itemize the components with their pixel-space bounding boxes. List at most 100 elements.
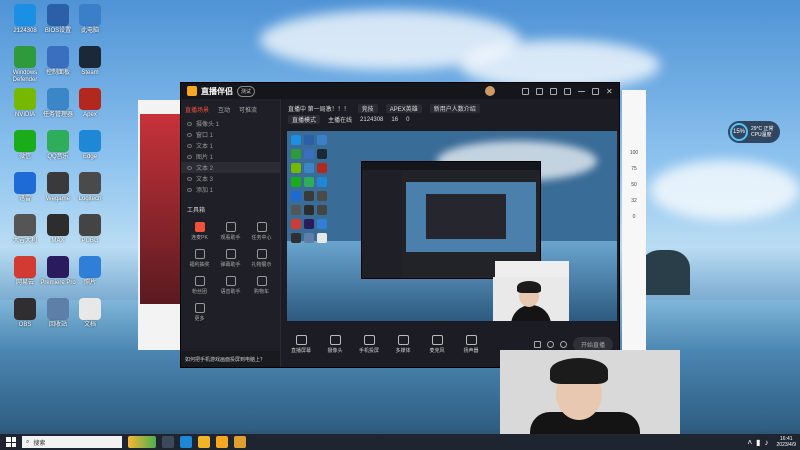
tray-arrow-icon[interactable]: ˄: [747, 438, 752, 447]
desktop-icon[interactable]: Edge: [70, 130, 110, 161]
eye-icon[interactable]: [187, 176, 192, 181]
search-icon: ⌕: [26, 438, 30, 445]
refresh-icon[interactable]: [546, 340, 554, 348]
eye-icon[interactable]: [187, 143, 192, 148]
desktop-icon[interactable]: 文档: [70, 298, 110, 329]
stream-game[interactable]: APEX英雄: [385, 104, 422, 113]
tool-item[interactable]: 福利抽奖: [185, 249, 214, 268]
menu-icon[interactable]: [564, 87, 571, 95]
desktop-icon[interactable]: Logitech: [70, 172, 110, 203]
tool-item[interactable]: 礼物展示: [247, 249, 276, 268]
scene-source-item[interactable]: 窗口 1: [181, 129, 280, 140]
minimize-icon[interactable]: [578, 90, 585, 92]
preview-icon: [304, 163, 314, 173]
scene-source-item[interactable]: 文本 2: [181, 162, 280, 173]
scene-source-item[interactable]: 文本 1: [181, 140, 280, 151]
cpu-temperature-widget[interactable]: 15% 29°C 正常 CPU温度: [728, 121, 780, 143]
webcam-small: [493, 277, 569, 321]
tool-icon: [256, 249, 267, 259]
side-scale-panel: 100 75 50 32 0: [622, 90, 646, 360]
eye-icon[interactable]: [187, 165, 192, 170]
preview-icon: [317, 233, 327, 243]
network-icon[interactable]: ▮: [756, 438, 760, 447]
taskbar-app-edge[interactable]: [180, 436, 192, 448]
bottom-tool[interactable]: 扬声器: [458, 334, 484, 354]
record-icon[interactable]: [533, 340, 541, 348]
gear-icon[interactable]: [559, 340, 567, 348]
stream-mode[interactable]: 直播模式: [288, 115, 321, 124]
clock[interactable]: 16:41 2023/4/9: [777, 436, 796, 448]
preview-icon: [317, 149, 327, 159]
eye-icon[interactable]: [187, 132, 192, 137]
app-icon: [14, 298, 36, 320]
scene-source-item[interactable]: 摄像头 1: [181, 118, 280, 129]
scene-tabs: 直播场景 互动 可推流: [181, 99, 280, 118]
taskbar-app-explorer[interactable]: [198, 436, 210, 448]
side-scale-value: 75: [631, 166, 637, 172]
tool-item[interactable]: 弹幕助手: [216, 249, 245, 268]
close-icon[interactable]: ✕: [606, 87, 613, 95]
app-icon: [14, 88, 36, 110]
tool-label: 任务中心: [251, 235, 272, 241]
taskbar-search[interactable]: ⌕ 搜索: [22, 436, 122, 448]
bottom-tool[interactable]: 多媒体: [390, 334, 416, 354]
tool-label: 福利抽奖: [189, 262, 210, 268]
tool-item[interactable]: 粉丝团: [185, 276, 214, 295]
stream-tag[interactable]: 新用户人数介绍: [429, 104, 480, 113]
tool-item[interactable]: 语音助手: [216, 276, 245, 295]
search-placeholder: 搜索: [33, 440, 46, 447]
eye-icon[interactable]: [187, 187, 192, 192]
tool-item[interactable]: 任务中心: [247, 222, 276, 241]
volume-icon[interactable]: ♪: [765, 438, 769, 447]
tool-icon: [194, 276, 205, 286]
bottom-tool[interactable]: 摄像头: [322, 334, 348, 354]
desktop-icon[interactable]: Apex: [70, 88, 110, 119]
scene-source-item[interactable]: 图片 1: [181, 151, 280, 162]
bottom-tool-label: 多媒体: [395, 347, 411, 354]
person-hair: [517, 281, 541, 293]
desktop-icon[interactable]: 此电脑: [70, 4, 110, 35]
scene-source-item[interactable]: 文本 3: [181, 173, 280, 184]
maximize-icon[interactable]: [592, 87, 599, 95]
message-icon[interactable]: [522, 87, 529, 95]
taskbar-app-widgets[interactable]: [128, 436, 156, 448]
scene-source-label: 文本 2: [196, 166, 214, 172]
bottom-tool-icon: [465, 334, 477, 345]
tab-live-scene[interactable]: 直播场景: [185, 105, 209, 114]
gift-icon[interactable]: [536, 87, 543, 95]
app-icon: [14, 130, 36, 152]
stream-title[interactable]: 直播中 第一局激！！！: [288, 104, 350, 113]
desktop-icon[interactable]: PUBG: [70, 214, 110, 245]
tab-stream[interactable]: 可推流: [239, 105, 257, 114]
tool-item[interactable]: 观看助手: [216, 222, 245, 241]
taskbar-app-task-view[interactable]: [162, 436, 174, 448]
tool-item[interactable]: 购物车: [247, 276, 276, 295]
taskbar: ⌕ 搜索 ˄ ▮ ♪ 16:41 2023/4/9: [0, 434, 800, 450]
app-icon: [47, 88, 69, 110]
scene-source-item[interactable]: 添加 1: [181, 184, 280, 195]
eye-icon[interactable]: [187, 121, 192, 126]
desktop-icon[interactable]: Steam: [70, 46, 110, 77]
taskbar-app-other[interactable]: [234, 436, 246, 448]
bottom-tool[interactable]: 直播屏幕: [288, 334, 314, 354]
app-icon: [14, 46, 36, 68]
bottom-tool-icon: [329, 334, 341, 345]
desktop-icon-label: 照片: [83, 280, 96, 286]
settings-icon[interactable]: [550, 87, 557, 95]
tool-icon: [194, 303, 205, 313]
bottom-tool[interactable]: 麦克风: [424, 334, 450, 354]
tab-interaction[interactable]: 互动: [218, 105, 230, 114]
windows-start-icon[interactable]: [6, 437, 16, 447]
user-avatar[interactable]: [485, 86, 495, 96]
side-scale-value: 32: [631, 198, 637, 204]
help-tip[interactable]: 如何把手机游戏画面投屏到电脑上？: [181, 351, 280, 367]
bottom-tool[interactable]: 手机投屏: [356, 334, 382, 354]
eye-icon[interactable]: [187, 154, 192, 159]
scene-source-label: 摄像头 1: [196, 122, 220, 128]
stream-category[interactable]: 竞技: [357, 104, 378, 113]
tool-item[interactable]: 连麦PK: [185, 222, 214, 241]
app-title: 直播伴侣: [201, 86, 233, 96]
taskbar-app-live-assistant[interactable]: [216, 436, 228, 448]
tool-item[interactable]: 更多: [185, 303, 214, 322]
desktop-icon[interactable]: 照片: [70, 256, 110, 287]
